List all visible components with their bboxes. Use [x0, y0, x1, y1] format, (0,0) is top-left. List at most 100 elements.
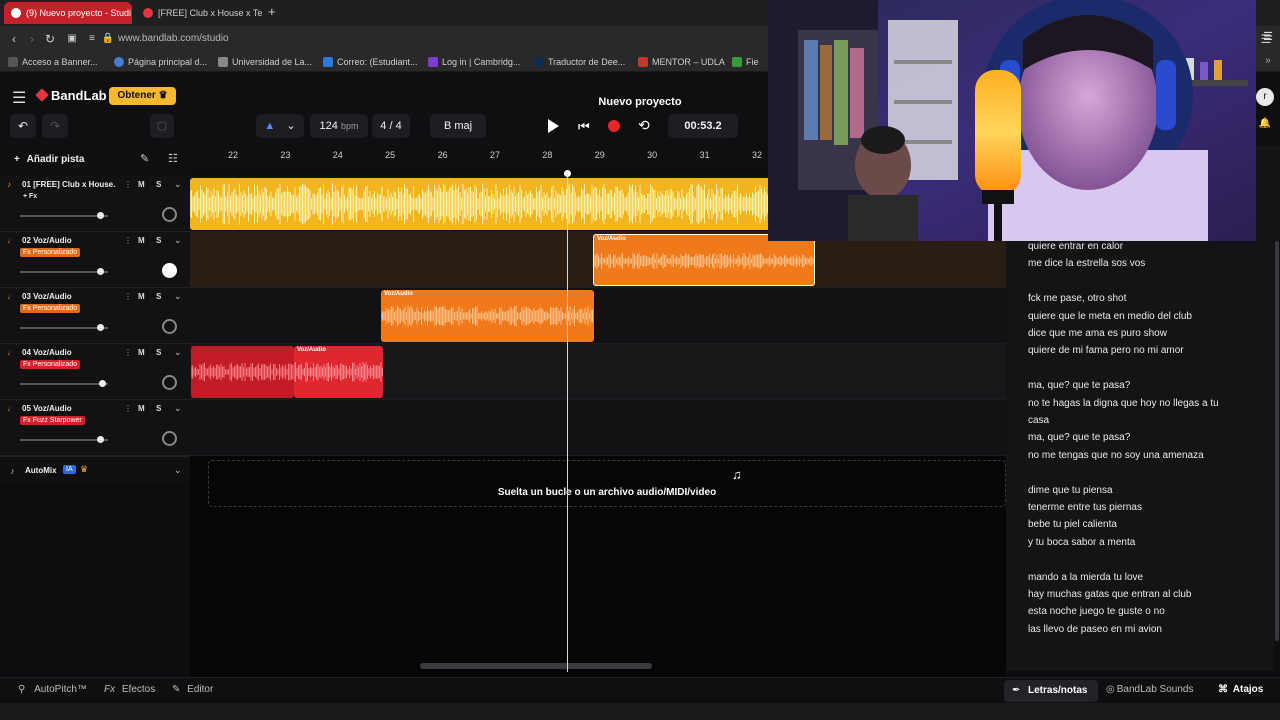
- site-info-icon[interactable]: ≡: [84, 31, 100, 47]
- solo-button[interactable]: S: [156, 404, 161, 413]
- drop-zone[interactable]: ♫ Suelta un bucle o un archivo audio/MID…: [208, 460, 1006, 507]
- volume-knob[interactable]: [99, 380, 107, 387]
- volume-slider[interactable]: [20, 324, 108, 331]
- volume-slider[interactable]: [20, 436, 108, 443]
- track-lane[interactable]: [190, 400, 1006, 456]
- loop-icon[interactable]: ⟲: [638, 117, 650, 134]
- solo-button[interactable]: S: [156, 180, 161, 189]
- track-fx-badge[interactable]: Fx Fuzz Starpower: [20, 416, 85, 425]
- track-options-icon[interactable]: ⋮: [124, 348, 132, 357]
- chevron-down-icon[interactable]: ⌄: [174, 179, 182, 190]
- mute-button[interactable]: M: [138, 348, 145, 357]
- tab-youtube-beat[interactable]: [FREE] Club x House x Te: [136, 2, 262, 24]
- volume-slider[interactable]: [20, 212, 108, 219]
- audio-clip-vocal[interactable]: Voz/Audio: [381, 290, 594, 342]
- chevron-down-icon[interactable]: ⌄: [174, 347, 182, 358]
- solo-button[interactable]: S: [156, 292, 161, 301]
- track-fx-badge[interactable]: Fx Personalizado: [20, 304, 81, 313]
- track-fx-badge[interactable]: + Fx: [20, 192, 40, 201]
- track-header[interactable]: ♪ 01 [FREE] Club x House... ⋮ M S ⌄ + Fx: [0, 176, 190, 232]
- obtener-button[interactable]: Obtener ♛: [109, 87, 176, 105]
- metronome-button[interactable]: ▲ ⌄: [256, 114, 304, 138]
- add-track-button[interactable]: + Añadir pista: [14, 154, 84, 165]
- track-lane[interactable]: Voz/Audio: [190, 288, 1006, 344]
- track-name[interactable]: 02 Voz/Audio: [22, 236, 116, 245]
- solo-button[interactable]: S: [156, 348, 161, 357]
- audio-clip-vocal[interactable]: Voz/Audio: [294, 346, 383, 398]
- editor-button[interactable]: ✎ Editor: [172, 684, 213, 695]
- effects-button[interactable]: Fx Efectos: [104, 684, 155, 695]
- lyrics-scrollbar[interactable]: [1274, 241, 1280, 671]
- forward-icon[interactable]: ›: [24, 31, 40, 47]
- volume-knob[interactable]: [96, 212, 104, 219]
- shortcuts-button[interactable]: ⌘ Atajos: [1218, 684, 1263, 695]
- track-name[interactable]: 04 Voz/Audio: [22, 348, 116, 357]
- play-icon[interactable]: [548, 119, 559, 133]
- playhead-line[interactable]: [567, 172, 568, 672]
- horizontal-scrollbar[interactable]: [420, 663, 652, 669]
- pan-dial[interactable]: [162, 319, 177, 334]
- tab-bandlab-studio[interactable]: (9) Nuevo proyecto - Studi: [4, 2, 132, 24]
- back-icon[interactable]: ‹: [6, 31, 22, 47]
- pan-dial[interactable]: [162, 207, 177, 222]
- new-tab-button[interactable]: +: [268, 4, 276, 19]
- track-header[interactable]: ♩ 04 Voz/Audio ⋮ M S ⌄ Fx Personalizado: [0, 344, 190, 400]
- tab-search-icon[interactable]: ▣: [64, 31, 80, 47]
- track-options-icon[interactable]: ⋮: [124, 180, 132, 189]
- mixer-icon[interactable]: ☷: [168, 152, 178, 165]
- lyrics-notes-button[interactable]: ✒ Letras/notas: [1004, 680, 1098, 702]
- key-field[interactable]: B maj: [430, 114, 486, 138]
- bookmark-item[interactable]: MENTOR – UDLA: [638, 55, 725, 69]
- track-options-icon[interactable]: ⋮: [124, 236, 132, 245]
- track-name[interactable]: 03 Voz/Audio: [22, 292, 116, 301]
- pan-dial[interactable]: [162, 431, 177, 446]
- mute-button[interactable]: M: [138, 404, 145, 413]
- tuner-icon[interactable]: ✎: [140, 152, 149, 165]
- pan-dial[interactable]: [162, 375, 177, 390]
- bookmark-item[interactable]: Log in | Cambridg...: [428, 55, 520, 69]
- mute-button[interactable]: M: [138, 236, 145, 245]
- solo-button[interactable]: S: [156, 236, 161, 245]
- autopitch-button[interactable]: ⚲ AutoPitch™: [18, 684, 87, 695]
- undo-button[interactable]: ↶: [10, 114, 36, 138]
- url-field[interactable]: www.bandlab.com/studio: [118, 31, 229, 47]
- chevron-down-icon[interactable]: ⌄: [174, 291, 182, 302]
- volume-knob[interactable]: [96, 324, 104, 331]
- track-options-icon[interactable]: ⋮: [124, 404, 132, 413]
- time-signature-field[interactable]: 4 / 4: [372, 114, 410, 138]
- automix-row[interactable]: ♪ AutoMix IA ♛ ⌄: [0, 456, 190, 484]
- hamburger-menu-icon[interactable]: ☰: [12, 88, 26, 108]
- track-lane[interactable]: Voz/Audio: [190, 344, 1006, 400]
- bookmark-item[interactable]: Acceso a Banner...: [8, 55, 98, 69]
- track-header[interactable]: ♩ 03 Voz/Audio ⋮ M S ⌄ Fx Personalizado: [0, 288, 190, 344]
- pan-dial[interactable]: [162, 263, 177, 278]
- scrollbar-thumb[interactable]: [1275, 241, 1279, 641]
- track-fx-badge[interactable]: Fx Personalizado: [20, 360, 81, 369]
- mute-button[interactable]: M: [138, 292, 145, 301]
- chevron-down-icon[interactable]: ⌄: [174, 235, 182, 246]
- volume-knob[interactable]: [96, 268, 104, 275]
- track-options-icon[interactable]: ⋮: [124, 292, 132, 301]
- volume-slider[interactable]: [20, 380, 108, 387]
- profile-avatar[interactable]: r: [1256, 88, 1274, 106]
- track-fx-badge[interactable]: Fx Personalizado: [20, 248, 81, 257]
- bookmark-item[interactable]: Universidad de La...: [218, 55, 312, 69]
- volume-slider[interactable]: [20, 268, 108, 275]
- playhead-handle[interactable]: [564, 170, 571, 177]
- bookmark-item[interactable]: Traductor de Dee...: [534, 55, 625, 69]
- bookmark-item[interactable]: Página principal d...: [114, 55, 207, 69]
- skip-back-icon[interactable]: ⏮: [578, 119, 590, 135]
- reload-icon[interactable]: ↻: [42, 31, 58, 47]
- lyrics-panel[interactable]: quiere entrar en calor me dice la estrell…: [1006, 241, 1274, 671]
- track-header[interactable]: ♩ 02 Voz/Audio ⋮ M S ⌄ Fx Personalizado: [0, 232, 190, 288]
- chevron-down-icon[interactable]: ⌄: [174, 403, 182, 414]
- record-icon[interactable]: [608, 120, 620, 132]
- bookmark-item[interactable]: Fie: [732, 55, 759, 69]
- mute-button[interactable]: M: [138, 180, 145, 189]
- volume-knob[interactable]: [96, 436, 104, 443]
- bandlab-sounds-button[interactable]: ◎ BandLab Sounds: [1106, 684, 1193, 695]
- track-name[interactable]: 01 [FREE] Club x House...: [22, 180, 116, 189]
- bookmark-item[interactable]: Correo: (Estudiant...: [323, 55, 418, 69]
- chevron-down-icon[interactable]: ⌄: [174, 465, 182, 476]
- track-name[interactable]: 05 Voz/Audio: [22, 404, 116, 413]
